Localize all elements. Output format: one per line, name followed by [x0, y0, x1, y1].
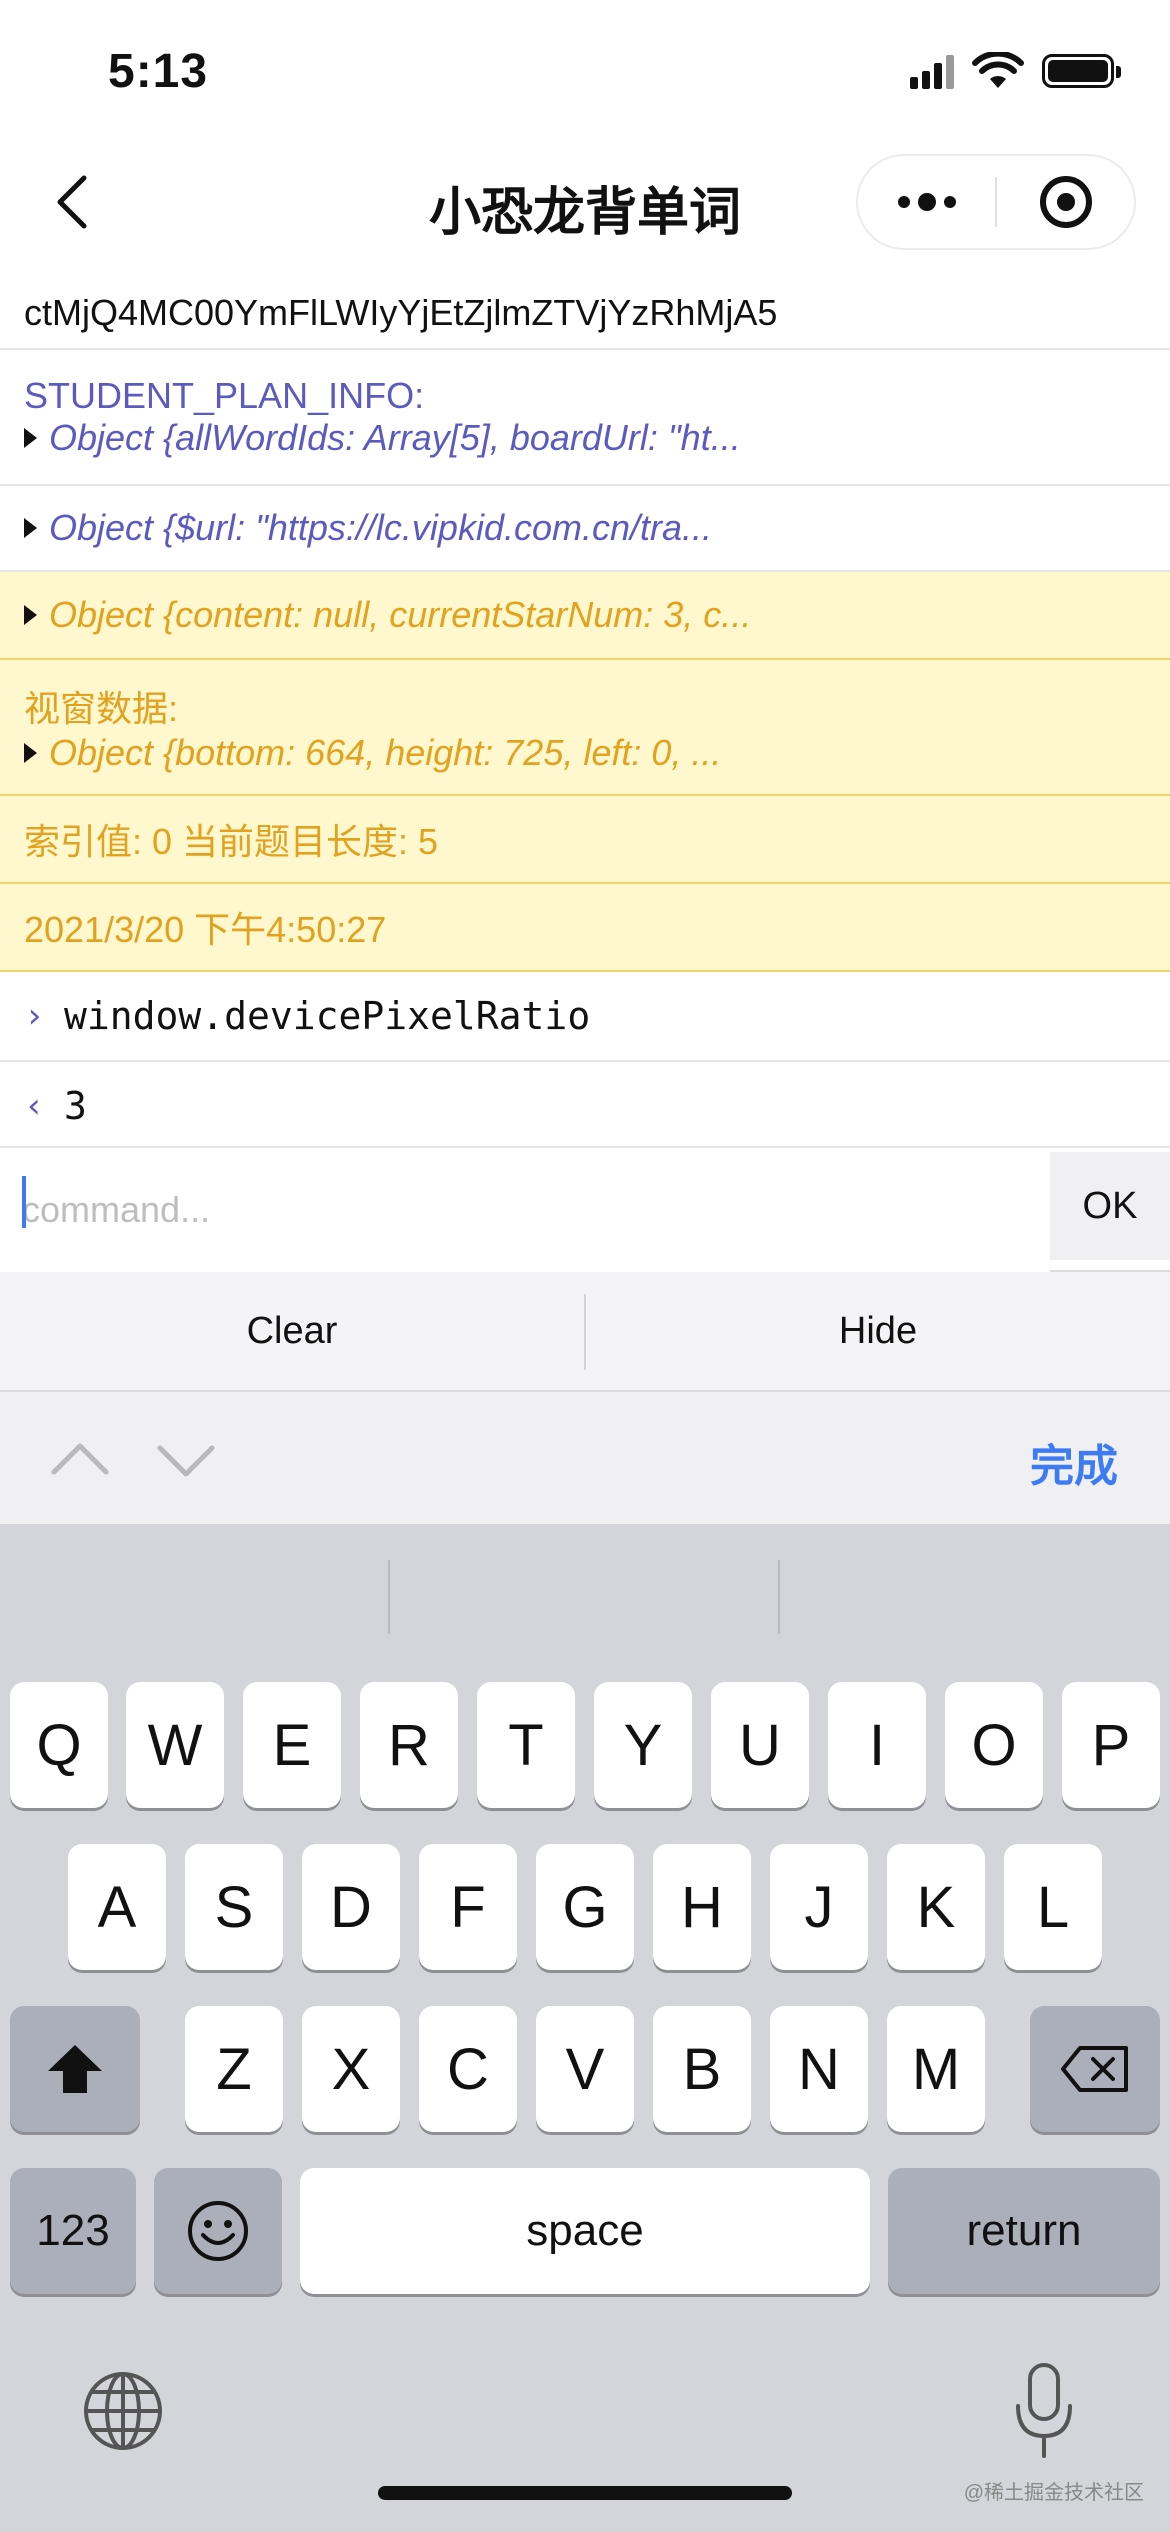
keyboard: Q W E R T Y U I O P A S D F G H J K L Z … — [0, 1524, 1170, 2532]
key-k[interactable]: K — [887, 1844, 985, 1970]
emoji-icon — [188, 2201, 248, 2261]
shift-key[interactable] — [10, 2006, 140, 2132]
delete-key[interactable] — [1030, 2006, 1160, 2132]
numbers-key[interactable]: 123 — [10, 2168, 136, 2294]
microphone-icon[interactable] — [1012, 2362, 1076, 2460]
log-entry-student-plan: STUDENT_PLAN_INFO: Object {allWordIds: A… — [0, 350, 1170, 486]
key-h[interactable]: H — [653, 1844, 751, 1970]
log-object[interactable]: Object {bottom: 664, height: 725, left: … — [24, 732, 1146, 774]
home-indicator[interactable] — [378, 2486, 792, 2500]
done-button[interactable]: 完成 — [1030, 1430, 1118, 1494]
battery-icon — [1042, 54, 1121, 88]
command-bar: OK — [0, 1146, 1170, 1272]
key-a[interactable]: A — [68, 1844, 166, 1970]
key-x[interactable]: X — [302, 2006, 400, 2132]
chevron-down-icon[interactable] — [156, 1430, 216, 1490]
close-miniprogram-button[interactable] — [997, 156, 1134, 248]
log-label: 视窗数据: — [24, 688, 179, 729]
key-n[interactable]: N — [770, 2006, 868, 2132]
key-g[interactable]: G — [536, 1844, 634, 1970]
key-p[interactable]: P — [1062, 1682, 1160, 1808]
log-text: 2021/3/20 下午4:50:27 — [24, 909, 387, 950]
chevron-up-icon[interactable] — [50, 1430, 110, 1490]
cellular-signal-icon — [910, 53, 954, 89]
key-s[interactable]: S — [185, 1844, 283, 1970]
key-o[interactable]: O — [945, 1682, 1043, 1808]
status-icons — [910, 52, 1121, 90]
globe-icon[interactable] — [82, 2370, 164, 2452]
ok-button[interactable]: OK — [1050, 1152, 1170, 1260]
key-t[interactable]: T — [477, 1682, 575, 1808]
key-d[interactable]: D — [302, 1844, 400, 1970]
log-label: STUDENT_PLAN_INFO: — [24, 375, 425, 416]
output-prompt-icon: ‹ — [24, 1086, 45, 1126]
expand-triangle-icon — [24, 518, 37, 538]
backspace-icon — [1061, 2046, 1128, 2092]
log-entry-token: ctMjQ4MC00YmFlLWIyYjEtZjlmZTVjYzRhMjA5 — [0, 264, 1170, 350]
key-e[interactable]: E — [243, 1682, 341, 1808]
key-j[interactable]: J — [770, 1844, 868, 1970]
key-y[interactable]: Y — [594, 1682, 692, 1808]
log-object[interactable]: Object {$url: "https://lc.vipkid.com.cn/… — [24, 507, 1146, 549]
text-cursor — [22, 1176, 26, 1228]
log-object[interactable]: Object {content: null, currentStarNum: 3… — [24, 594, 1146, 636]
key-f[interactable]: F — [419, 1844, 517, 1970]
log-text: 索引值: 0 当前题目长度: 5 — [24, 821, 439, 862]
status-time: 5:13 — [108, 45, 209, 98]
key-m[interactable]: M — [887, 2006, 985, 2132]
log-entry-warn-object: Object {content: null, currentStarNum: 3… — [0, 572, 1170, 660]
result-text: 3 — [64, 1084, 87, 1128]
space-key[interactable]: space — [300, 2168, 870, 2294]
status-bar: 5:13 — [0, 0, 1170, 140]
shift-arrow-icon — [48, 2045, 102, 2093]
expand-triangle-icon — [24, 605, 37, 625]
clear-button[interactable]: Clear — [0, 1272, 584, 1390]
expand-triangle-icon — [24, 428, 37, 448]
more-dots-icon — [897, 193, 956, 211]
key-r[interactable]: R — [360, 1682, 458, 1808]
back-button[interactable] — [36, 166, 108, 238]
key-w[interactable]: W — [126, 1682, 224, 1808]
key-c[interactable]: C — [419, 2006, 517, 2132]
log-entry-result: ‹ 3 — [0, 1062, 1170, 1144]
nav-bar: 小恐龙背单词 — [0, 140, 1170, 264]
keyboard-accessory-bar: 完成 — [0, 1392, 1170, 1524]
log-entry-index: 索引值: 0 当前题目长度: 5 — [0, 796, 1170, 884]
console-toolbar: Clear Hide — [0, 1272, 1170, 1392]
key-v[interactable]: V — [536, 2006, 634, 2132]
log-text: ctMjQ4MC00YmFlLWIyYjEtZjlmZTVjYzRhMjA5 — [24, 292, 778, 333]
log-entry-command: › window.devicePixelRatio — [0, 972, 1170, 1062]
console-log[interactable]: ctMjQ4MC00YmFlLWIyYjEtZjlmZTVjYzRhMjA5 S… — [0, 264, 1170, 1144]
command-input[interactable] — [0, 1148, 1050, 1272]
input-prompt-icon: › — [24, 996, 45, 1036]
key-q[interactable]: Q — [10, 1682, 108, 1808]
key-z[interactable]: Z — [185, 2006, 283, 2132]
key-i[interactable]: I — [828, 1682, 926, 1808]
emoji-key[interactable] — [154, 2168, 282, 2294]
command-text: window.devicePixelRatio — [64, 994, 591, 1038]
wifi-icon — [972, 52, 1024, 88]
log-entry-timestamp: 2021/3/20 下午4:50:27 — [0, 884, 1170, 972]
chevron-left-icon — [57, 175, 87, 229]
suggestion-bar — [0, 1524, 1170, 1642]
key-l[interactable]: L — [1004, 1844, 1102, 1970]
log-object[interactable]: Object {allWordIds: Array[5], boardUrl: … — [24, 417, 1146, 459]
log-entry-url: Object {$url: "https://lc.vipkid.com.cn/… — [0, 486, 1170, 572]
log-entry-viewport: 视窗数据: Object {bottom: 664, height: 725, … — [0, 660, 1170, 796]
return-key[interactable]: return — [888, 2168, 1160, 2294]
key-b[interactable]: B — [653, 2006, 751, 2132]
key-u[interactable]: U — [711, 1682, 809, 1808]
expand-triangle-icon — [24, 743, 37, 763]
target-icon — [1039, 176, 1092, 228]
miniprogram-capsule — [856, 154, 1136, 250]
watermark: @稀土掘金技术社区 — [963, 2482, 1144, 2504]
more-button[interactable] — [858, 156, 995, 248]
hide-button[interactable]: Hide — [586, 1272, 1170, 1390]
